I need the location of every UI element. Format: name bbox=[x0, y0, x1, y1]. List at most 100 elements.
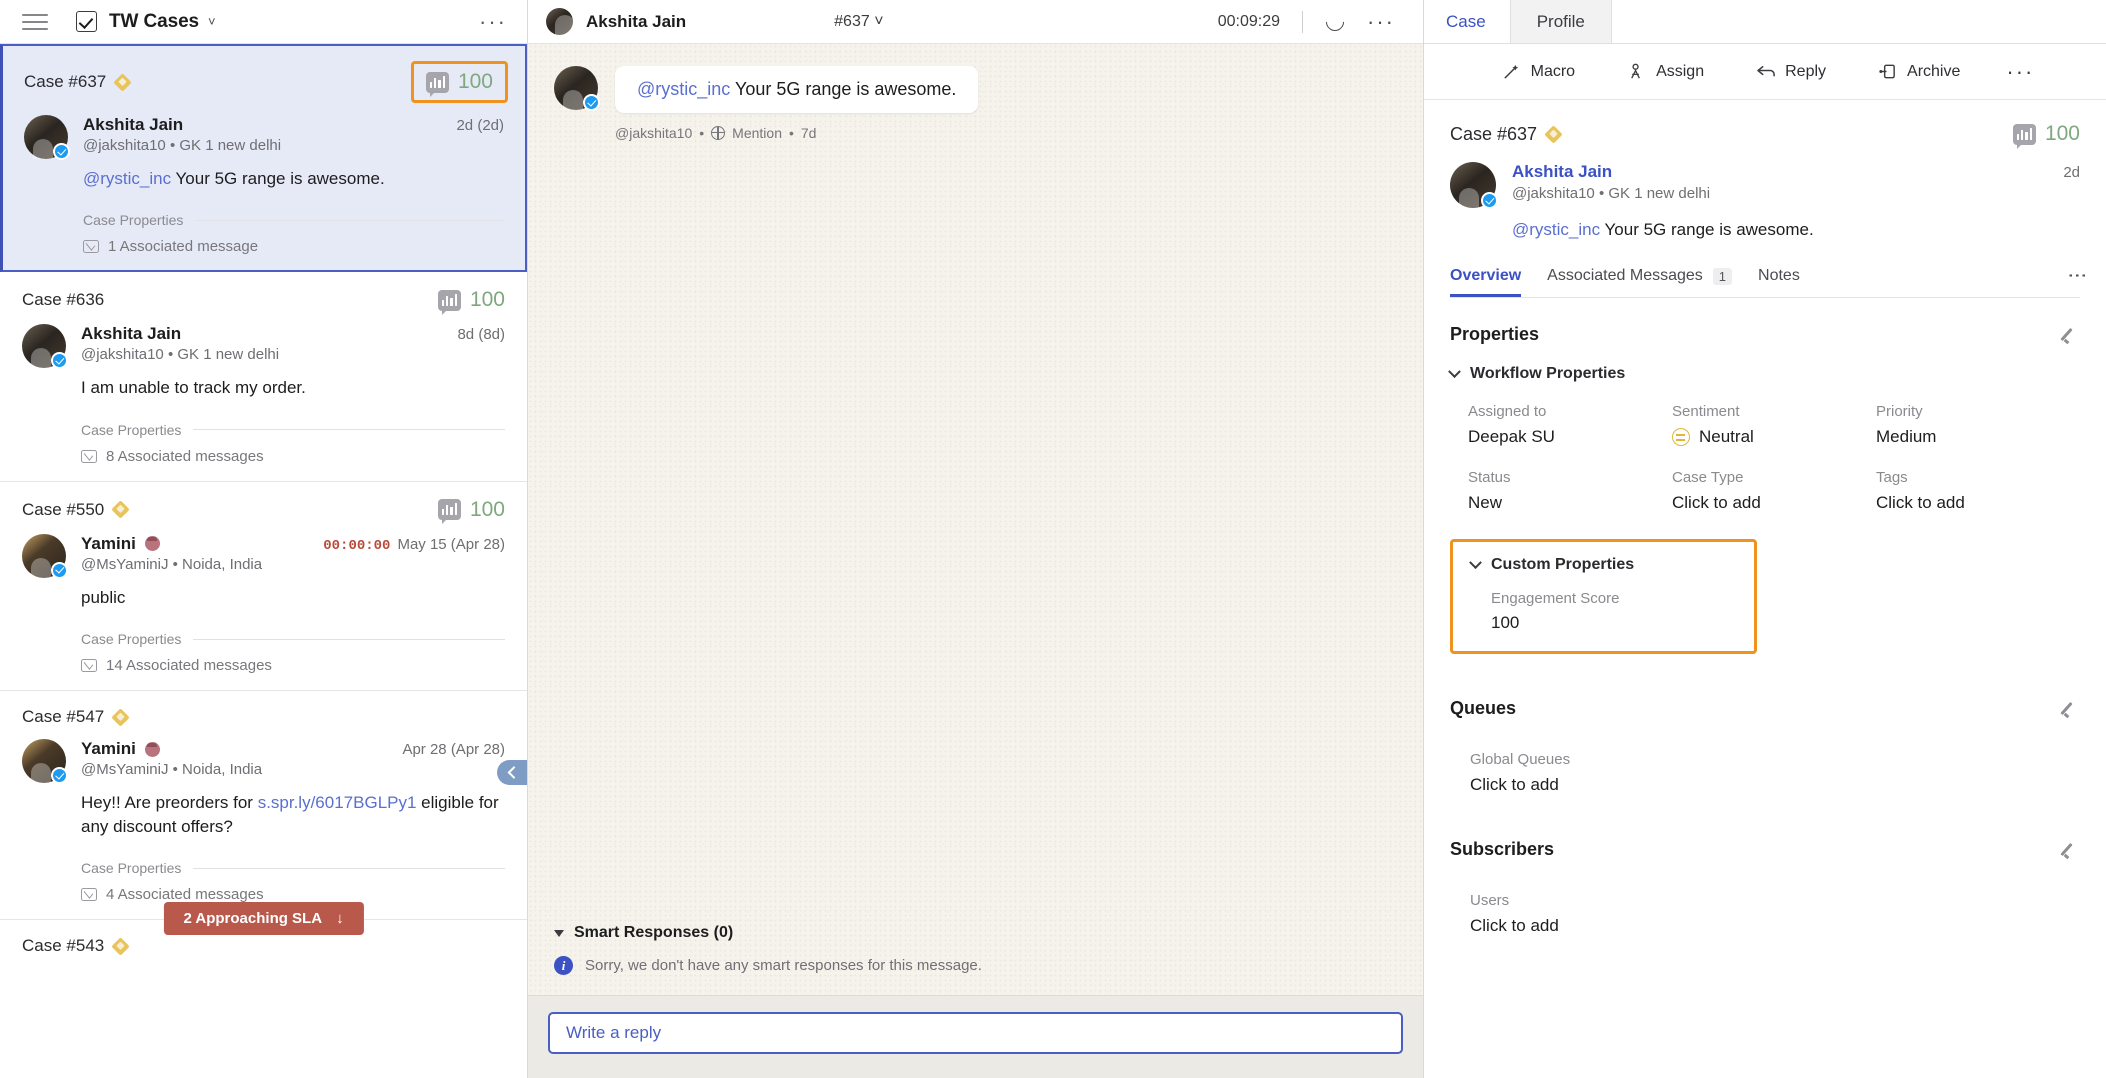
collapse-panel-button[interactable] bbox=[497, 760, 527, 785]
message-column: @rystic_inc Your 5G range is awesome. @j… bbox=[615, 66, 979, 141]
priority-diamond-icon bbox=[111, 937, 130, 956]
engagement-score-badge[interactable]: 100 bbox=[437, 497, 505, 525]
edit-pencil-icon[interactable] bbox=[2062, 700, 2080, 718]
conversation-case-id: #637 bbox=[834, 12, 870, 30]
property-value[interactable]: Click to add bbox=[1876, 493, 2080, 513]
subscribers-users-field: Users Click to add bbox=[1450, 892, 2080, 936]
case-list-panel: TW Cases ˅ ··· Case #637 100 Akshita Jai… bbox=[0, 0, 528, 1078]
associated-messages-count: 8 Associated messages bbox=[106, 447, 264, 465]
workflow-properties-toggle[interactable]: Workflow Properties bbox=[1448, 364, 2080, 383]
smart-responses-empty: i Sorry, we don't have any smart respons… bbox=[554, 956, 1397, 975]
message-bubble[interactable]: @rystic_inc Your 5G range is awesome. bbox=[615, 66, 979, 113]
chevron-down-icon[interactable]: ˅ bbox=[208, 15, 216, 28]
macro-button[interactable]: Macro bbox=[1476, 62, 1601, 81]
preview-link[interactable]: s.spr.ly/6017BGLPy1 bbox=[258, 793, 417, 812]
list-item[interactable]: Case #637 100 Akshita Jain 2d (2d) @jaks… bbox=[0, 44, 527, 273]
name-row: Yamini Apr 28 (Apr 28) bbox=[81, 739, 505, 759]
associated-messages-row: 14 Associated messages bbox=[81, 657, 505, 674]
custom-properties-highlight-box: Custom Properties Engagement Score 100 bbox=[1450, 539, 1757, 654]
name-row: Akshita Jain 2d (2d) bbox=[83, 115, 504, 135]
tab-case[interactable]: Case bbox=[1424, 0, 1511, 43]
subtab-associated-messages-label: Associated Messages bbox=[1547, 267, 1703, 284]
subtabs-more-icon[interactable]: ⋮ bbox=[2066, 266, 2087, 297]
checkbox-checked-icon[interactable] bbox=[76, 11, 97, 32]
message-handle: @jakshita10 bbox=[615, 125, 693, 141]
case-action-toolbar: Macro Assign Reply Archive ··· bbox=[1424, 44, 2106, 100]
tab-profile[interactable]: Profile bbox=[1510, 0, 1612, 43]
details-scroll-area[interactable]: Case #637 100 Akshita Jain 2d @jakshita1… bbox=[1424, 100, 2106, 1078]
subscribers-users-value[interactable]: Click to add bbox=[1470, 916, 2080, 936]
workflow-properties-grid: Assigned to Deepak SU Sentiment Neutral … bbox=[1450, 403, 2080, 513]
smart-responses-toggle[interactable]: Smart Responses (0) bbox=[554, 924, 1397, 942]
assign-button[interactable]: Assign bbox=[1601, 62, 1730, 81]
case-properties-label: Case Properties bbox=[81, 860, 182, 877]
info-icon: i bbox=[554, 956, 573, 975]
property-value[interactable]: Deepak SU bbox=[1468, 427, 1672, 447]
engagement-score-badge[interactable]: 100 bbox=[437, 288, 505, 315]
subtab-associated-messages[interactable]: Associated Messages 1 bbox=[1547, 267, 1733, 296]
properties-title: Properties bbox=[1450, 324, 1540, 344]
globe-icon bbox=[711, 126, 726, 140]
custom-properties-label: Custom Properties bbox=[1491, 556, 1635, 573]
hamburger-icon[interactable] bbox=[22, 12, 48, 32]
mention-link[interactable]: @rystic_inc bbox=[637, 79, 730, 99]
list-item[interactable]: Case #636 100 Akshita Jain 8d (8d) @jaks… bbox=[0, 272, 527, 482]
custom-properties-toggle[interactable]: Custom Properties bbox=[1469, 555, 1736, 574]
message-meta: @jakshita10 • Mention • 7d bbox=[615, 125, 978, 141]
priority-diamond-icon bbox=[111, 500, 130, 520]
approaching-sla-badge[interactable]: 2 Approaching SLA ↓ bbox=[163, 902, 364, 936]
engagement-score-field-value[interactable]: 100 bbox=[1471, 613, 1736, 633]
case-properties-label: Case Properties bbox=[83, 212, 184, 229]
avatar bbox=[1450, 162, 1498, 209]
archive-button[interactable]: Archive bbox=[1852, 62, 1986, 81]
case-list-header: TW Cases ˅ ··· bbox=[0, 0, 527, 44]
case-main: Akshita Jain 8d (8d) @jakshita10 • GK 1 … bbox=[81, 324, 505, 465]
case-row-top: Case #550 100 bbox=[22, 497, 505, 525]
case-author-handle: @jakshita10 • GK 1 new delhi bbox=[81, 346, 280, 364]
list-item[interactable]: Case #547 Yamini Apr 28 (Apr 28) @MsYami… bbox=[0, 691, 527, 936]
mention-link[interactable]: @rystic_inc bbox=[83, 169, 171, 188]
conversation-more-icon[interactable]: ··· bbox=[1367, 10, 1395, 32]
subtab-notes[interactable]: Notes bbox=[1758, 267, 1800, 296]
conversation-case-selector[interactable]: #637 ˅ bbox=[834, 13, 883, 31]
subtab-notes-label: Notes bbox=[1758, 267, 1800, 284]
property-value[interactable]: Medium bbox=[1876, 427, 2080, 447]
engagement-score-badge[interactable]: 100 bbox=[410, 61, 508, 103]
details-case-header: Case #637 100 bbox=[1450, 100, 2080, 149]
property-value[interactable]: New bbox=[1468, 493, 1672, 513]
name-row: Akshita Jain 8d (8d) bbox=[81, 324, 505, 344]
edit-pencil-icon[interactable] bbox=[2062, 841, 2080, 859]
reply-input[interactable]: Write a reply bbox=[548, 1012, 1403, 1054]
list-item[interactable]: Case #550 100 Yamini 00:00:00 May 15 (Apr… bbox=[0, 481, 527, 692]
reply-button[interactable]: Reply bbox=[1730, 62, 1852, 81]
engagement-score-badge[interactable]: 100 bbox=[2012, 122, 2080, 149]
case-preview-body: Your 5G range is awesome. bbox=[171, 169, 385, 188]
case-properties-row: Case Properties bbox=[81, 422, 505, 438]
case-timestamp: 2d (2d) bbox=[456, 117, 504, 134]
toolbar-more-icon[interactable]: ··· bbox=[1986, 60, 2054, 82]
global-queues-value[interactable]: Click to add bbox=[1470, 775, 2080, 795]
case-row-top: Case #543 bbox=[22, 936, 505, 956]
refresh-icon[interactable] bbox=[1325, 12, 1345, 32]
property-value[interactable]: Click to add bbox=[1672, 493, 1876, 513]
property-priority: Priority Medium bbox=[1876, 403, 2080, 447]
divider bbox=[193, 638, 505, 640]
case-author-name[interactable]: Akshita Jain bbox=[1512, 162, 1612, 182]
archive-box-icon bbox=[1878, 62, 1897, 81]
property-label: Case Type bbox=[1672, 469, 1744, 486]
case-row-top: Case #636 100 bbox=[22, 288, 505, 315]
case-id: Case #547 bbox=[22, 707, 105, 727]
property-value-row[interactable]: Neutral bbox=[1672, 427, 1876, 447]
bar-chart-bubble-icon bbox=[437, 499, 461, 525]
reply-label: Reply bbox=[1785, 62, 1827, 80]
case-list[interactable]: Case #637 100 Akshita Jain 2d (2d) @jaks… bbox=[0, 44, 527, 1078]
neutral-face-icon bbox=[1672, 428, 1690, 446]
case-list-more-icon[interactable]: ··· bbox=[479, 10, 507, 32]
engagement-score-value: 100 bbox=[469, 497, 505, 521]
avatar bbox=[24, 115, 70, 160]
case-properties-row: Case Properties bbox=[81, 860, 505, 876]
subtab-overview[interactable]: Overview bbox=[1450, 267, 1522, 297]
edit-pencil-icon[interactable] bbox=[2062, 326, 2080, 344]
mention-link[interactable]: @rystic_inc bbox=[1512, 220, 1600, 239]
tabs-filler bbox=[1611, 0, 2106, 43]
